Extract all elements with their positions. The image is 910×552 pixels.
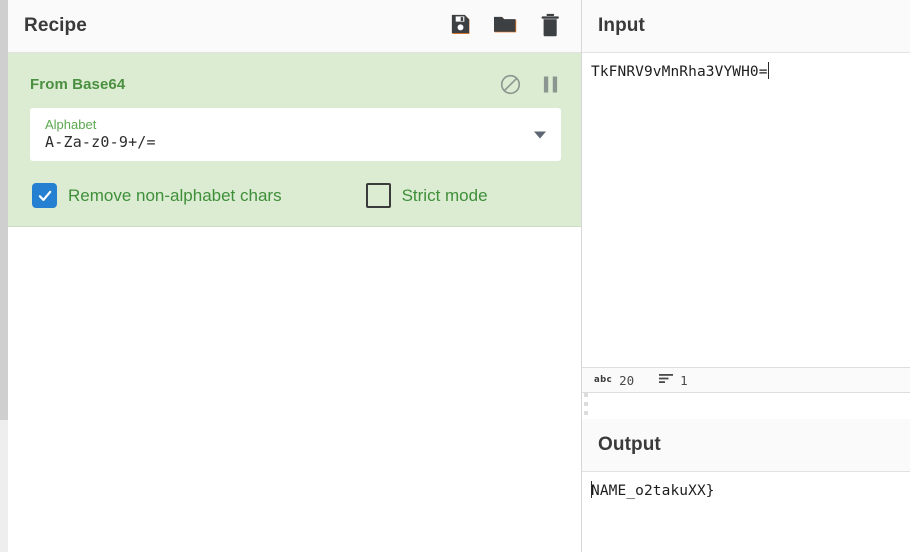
folder-icon: [493, 13, 518, 39]
output-value: NAME_o2takuXX}: [591, 483, 715, 499]
input-value: TkFNRV9vMnRha3VYWH0=: [591, 64, 768, 80]
output-pane: Output NAME_o2takuXX}: [582, 419, 910, 552]
output-text: NAME_o2takuXX}: [591, 481, 715, 501]
io-column: Input TkFNRV9vMnRha3VYWH0= abc 20 1 Outp…: [582, 0, 910, 552]
save-icon: [449, 13, 472, 39]
recipe-header: Recipe: [8, 0, 581, 53]
input-lines-value: 1: [680, 372, 688, 388]
recipe-header-actions: [447, 13, 563, 39]
save-recipe-button[interactable]: [447, 13, 473, 39]
recipe-title: Recipe: [24, 15, 87, 36]
recipe-pane: Recipe From Base64 Alphabet A-Za-z0-9+/=…: [8, 0, 582, 552]
operation-checkbox-row: Remove non-alphabet chars Strict mode: [8, 161, 581, 208]
io-splitter[interactable]: [582, 393, 910, 419]
cyberchef-app: Recipe From Base64 Alphabet A-Za-z0-9+/=…: [0, 0, 910, 552]
remove-non-alphabet-chars-checkbox[interactable]: Remove non-alphabet chars: [32, 183, 282, 208]
strict-mode-checkbox[interactable]: Strict mode: [365, 183, 488, 208]
checkbox-checked-icon: [32, 183, 57, 208]
operation-from-base64[interactable]: From Base64 Alphabet A-Za-z0-9+/= Remove…: [8, 53, 581, 227]
clear-recipe-button[interactable]: [537, 13, 563, 39]
input-pane: Input TkFNRV9vMnRha3VYWH0= abc 20 1: [582, 0, 910, 393]
load-recipe-button[interactable]: [492, 13, 518, 39]
input-title: Input: [598, 15, 645, 36]
input-status-bar: abc 20 1: [582, 367, 910, 393]
output-editor[interactable]: NAME_o2takuXX}: [582, 472, 910, 552]
checkbox-unchecked-icon: [365, 183, 391, 208]
pause-icon[interactable]: [539, 73, 561, 95]
remove-non-alphabet-chars-label: Remove non-alphabet chars: [68, 185, 282, 205]
operation-header: From Base64: [8, 53, 581, 103]
chevron-down-icon[interactable]: [534, 131, 546, 138]
splitter-track-bottom: [0, 420, 8, 552]
input-lines-status: 1: [659, 371, 688, 389]
trash-icon: [540, 13, 560, 40]
strict-mode-label: Strict mode: [401, 185, 488, 205]
lines-icon: [659, 371, 674, 389]
operation-title: From Base64: [30, 75, 126, 93]
alphabet-value: A-Za-z0-9+/=: [45, 133, 156, 151]
input-header: Input: [582, 0, 910, 53]
operation-arguments: Alphabet A-Za-z0-9+/=: [8, 103, 581, 161]
input-text[interactable]: TkFNRV9vMnRha3VYWH0=: [591, 62, 769, 82]
operation-controls: [499, 73, 561, 95]
input-length-status: abc 20: [594, 373, 634, 388]
output-header: Output: [582, 419, 910, 472]
left-pane-splitter[interactable]: [0, 0, 8, 552]
input-length-value: 20: [619, 372, 635, 388]
disable-operation-icon[interactable]: [499, 73, 521, 95]
io-splitter-grip-dots: [584, 393, 588, 415]
splitter-track: [0, 0, 8, 420]
input-editor[interactable]: TkFNRV9vMnRha3VYWH0=: [582, 53, 910, 367]
recipe-operation-list: From Base64 Alphabet A-Za-z0-9+/= Remove…: [8, 53, 581, 552]
input-text-cursor: [767, 62, 769, 79]
output-title: Output: [598, 434, 661, 455]
abc-icon: abc: [594, 375, 613, 385]
alphabet-label: Alphabet: [45, 117, 97, 132]
alphabet-select[interactable]: Alphabet A-Za-z0-9+/=: [30, 108, 561, 161]
